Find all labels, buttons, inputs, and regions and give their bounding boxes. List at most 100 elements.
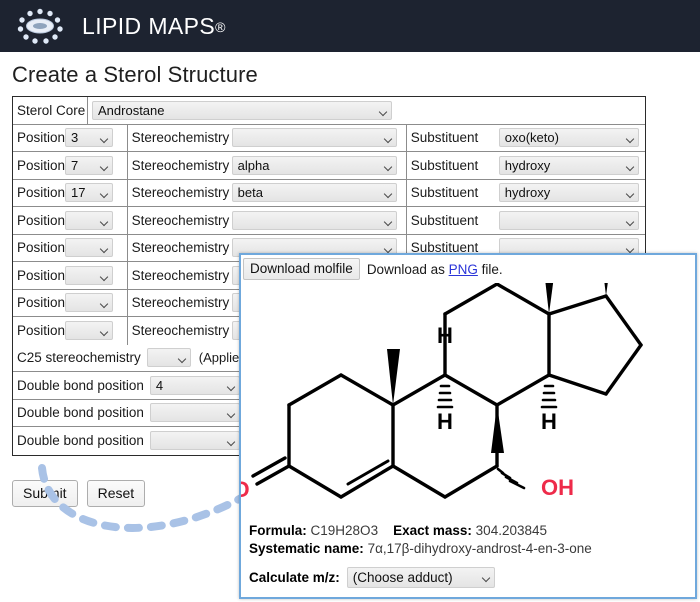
page-title: Create a Sterol Structure — [12, 62, 258, 88]
stereochemistry-label: Stereochemistry — [132, 240, 232, 255]
atom-label-H-14: H — [541, 409, 557, 434]
stereochemistry-select[interactable]: beta — [232, 183, 397, 202]
stereochemistry-label: Stereochemistry — [132, 295, 232, 310]
position-select[interactable] — [65, 238, 113, 257]
app-header: LIPID MAPS® — [0, 0, 700, 52]
sterol-core-value-cell: Androstane — [88, 97, 396, 124]
stereochemistry-select[interactable] — [232, 128, 397, 147]
stereochemistry-cell: Stereochemistry alpha — [128, 152, 407, 179]
adduct-select[interactable]: (Choose adduct) — [347, 567, 495, 588]
substituent-select[interactable]: hydroxy — [499, 156, 639, 175]
position-select[interactable] — [65, 211, 113, 230]
stereochemistry-cell: Stereochemistry — [128, 207, 407, 234]
position-select[interactable] — [65, 266, 113, 285]
position-label: Position — [17, 185, 65, 200]
double-bond-select[interactable]: 4 — [150, 376, 240, 395]
stereochemistry-select[interactable] — [232, 211, 397, 230]
download-suffix: file. — [478, 262, 503, 277]
c25-cell: C25 stereochemistry (Applie — [13, 345, 243, 372]
c25-select[interactable] — [147, 348, 191, 367]
position-label: Position — [17, 323, 65, 338]
table-row-position: Position Stereochemistry Substituent — [13, 207, 645, 235]
systematic-name-label: Systematic name: — [249, 541, 364, 556]
double-bond-cell: Double bond position — [13, 400, 244, 427]
calculate-mz-label: Calculate m/z: — [249, 570, 340, 585]
double-bond-value: 4 — [156, 378, 163, 393]
stereochemistry-value: alpha — [238, 158, 270, 173]
double-bond-select[interactable] — [150, 403, 240, 422]
stereochemistry-select[interactable]: alpha — [232, 156, 397, 175]
position-cell: Position — [13, 290, 128, 317]
lipidmaps-oval-logo-icon — [14, 7, 66, 45]
stereochemistry-label: Stereochemistry — [132, 158, 232, 173]
position-label: Position — [17, 213, 65, 228]
substituent-cell: Substituent oxo(keto) — [407, 125, 645, 152]
popup-download-bar: Download molfile Download as PNG file. — [241, 255, 695, 280]
double-bond-cell: Double bond position4 — [13, 372, 244, 399]
position-label: Position — [17, 268, 65, 283]
download-png-link[interactable]: PNG — [449, 262, 478, 277]
stereochemistry-label: Stereochemistry — [132, 213, 232, 228]
substituent-select[interactable]: hydroxy — [499, 183, 639, 202]
substituent-label: Substituent — [411, 213, 499, 228]
table-row-position: Position 3 Stereochemistry Substituent oxo(k… — [13, 125, 645, 153]
position-select[interactable]: 17 — [65, 183, 113, 202]
position-select[interactable]: 3 — [65, 128, 113, 147]
stereochemistry-label: Stereochemistry — [132, 268, 232, 283]
position-select[interactable]: 7 — [65, 156, 113, 175]
substituent-cell: Substituent hydroxy — [407, 180, 645, 207]
position-cell: Position — [13, 235, 128, 262]
atom-label-OH-7a: OH — [541, 475, 574, 500]
systematic-name-line: Systematic name: 7α,17β-dihydroxy-andros… — [249, 540, 689, 558]
registered-mark: ® — [215, 19, 226, 35]
formula-value: C19H28O3 — [311, 523, 379, 538]
c25-label: C25 stereochemistry — [17, 350, 141, 365]
position-cell: Position 7 — [13, 152, 128, 179]
sterol-core-value: Androstane — [98, 103, 165, 118]
table-row-position: Position 17 Stereochemistry beta Substituent… — [13, 180, 645, 208]
formula-line: Formula: C19H28O3 Exact mass: 304.203845 — [249, 522, 689, 540]
position-label: Position — [17, 158, 65, 173]
calculate-mz-row: Calculate m/z: (Choose adduct) — [249, 567, 495, 588]
position-label: Position — [17, 130, 65, 145]
sterol-core-label-cell: Sterol Core — [13, 97, 88, 124]
substituent-value: hydroxy — [505, 158, 551, 173]
substituent-select[interactable]: oxo(keto) — [499, 128, 639, 147]
position-label: Position — [17, 240, 65, 255]
position-label: Position — [17, 295, 65, 310]
stereochemistry-label: Stereochemistry — [132, 323, 232, 338]
stereochemistry-cell: Stereochemistry — [128, 125, 407, 152]
substituent-select[interactable] — [499, 211, 639, 230]
androstane-steroid-skeleton-icon: O OH OH H H H — [241, 283, 695, 533]
brand-name: LIPID MAPS — [82, 13, 215, 39]
substituent-value: oxo(keto) — [505, 130, 559, 145]
substituent-label: Substituent — [411, 158, 499, 173]
table-row-position: Position 7 Stereochemistry alpha Substituent… — [13, 152, 645, 180]
logo-svg — [14, 7, 66, 45]
brand-title: LIPID MAPS® — [82, 13, 226, 40]
position-value: 17 — [71, 185, 85, 200]
substituent-label: Substituent — [411, 130, 499, 145]
table-row-sterol-core: Sterol Core Androstane — [13, 97, 645, 125]
position-select[interactable] — [65, 293, 113, 312]
formula-label: Formula: — [249, 523, 307, 538]
atom-label-O: O — [241, 477, 250, 502]
position-cell: Position 3 — [13, 125, 128, 152]
stereo-wedges — [387, 283, 613, 453]
position-cell: Position — [13, 317, 128, 345]
stereochemistry-value: beta — [238, 185, 263, 200]
sterol-core-select[interactable]: Androstane — [92, 101, 392, 120]
double-bond-label: Double bond position — [17, 405, 144, 420]
atom-label-H-9: H — [437, 409, 453, 434]
systematic-name-value: 7α,17β-dihydroxy-androst-4-en-3-one — [368, 541, 592, 556]
substituent-label: Substituent — [411, 185, 499, 200]
substituent-value: hydroxy — [505, 185, 551, 200]
atom-label-H-8: H — [437, 323, 453, 348]
position-select[interactable] — [65, 321, 113, 340]
position-cell: Position — [13, 262, 128, 289]
position-value: 3 — [71, 130, 78, 145]
download-molfile-button[interactable]: Download molfile — [243, 258, 360, 280]
position-value: 7 — [71, 158, 78, 173]
stereochemistry-label: Stereochemistry — [132, 185, 232, 200]
exact-mass-label: Exact mass: — [393, 523, 472, 538]
